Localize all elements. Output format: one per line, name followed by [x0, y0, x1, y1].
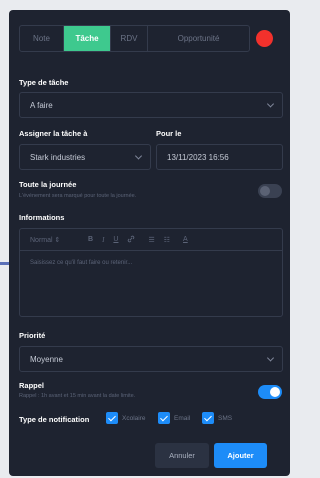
link-icon[interactable]	[127, 235, 135, 245]
format-select-value: Normal	[30, 236, 53, 244]
priority-value: Moyenne	[30, 354, 63, 364]
tab-rdv[interactable]: RDV	[111, 26, 148, 51]
info-placeholder: Saisissez ce qu'il faut faire ou retenir…	[30, 260, 133, 266]
text-color-icon[interactable]: A	[183, 236, 188, 243]
tab-tache[interactable]: Tâche	[64, 26, 111, 51]
all-day-hint: L'événement sera marqué pour toute la jo…	[19, 193, 137, 199]
info-editor: Normal ⇕ B I U ☰ ☷ A Saisissez ce qu'il …	[19, 228, 283, 317]
reminder-label: Rappel	[19, 381, 45, 390]
chevron-down-icon	[266, 354, 275, 362]
underline-icon[interactable]: U	[113, 236, 118, 243]
format-select[interactable]: Normal ⇕	[30, 236, 88, 244]
task-modal: Note Tâche RDV Opportunité Type de tâche…	[9, 10, 290, 476]
due-label: Pour le	[156, 129, 182, 138]
due-date-input[interactable]: 13/11/2023 16:56	[156, 144, 283, 170]
info-textarea[interactable]: Saisissez ce qu'il faut faire ou retenir…	[20, 251, 282, 275]
notification-label: Type de notification	[19, 415, 90, 424]
add-button[interactable]: Ajouter	[214, 443, 267, 468]
tab-note[interactable]: Note	[20, 26, 64, 51]
info-label: Informations	[19, 213, 65, 222]
notification-sms-checkbox[interactable]	[202, 412, 214, 424]
notification-email-checkbox[interactable]	[158, 412, 170, 424]
ordered-list-icon[interactable]: ☰	[148, 236, 154, 244]
tab-opportunite[interactable]: Opportunité	[148, 26, 249, 51]
task-type-select[interactable]: A faire	[19, 92, 283, 118]
all-day-toggle[interactable]	[258, 184, 282, 198]
priority-select[interactable]: Moyenne	[19, 346, 283, 372]
all-day-label: Toute la journée	[19, 180, 77, 189]
notification-sms-label: SMS	[218, 415, 233, 422]
reminder-hint: Rappel : 1h avant et 15 min avant la dat…	[19, 393, 136, 399]
priority-label: Priorité	[19, 331, 46, 340]
italic-icon[interactable]: I	[102, 236, 104, 244]
reminder-toggle[interactable]	[258, 385, 282, 399]
bold-icon[interactable]: B	[88, 236, 93, 243]
assign-select[interactable]: Stark industries	[19, 144, 151, 170]
notification-xcolaire-label: Xcolaire	[122, 415, 146, 422]
due-date-value: 13/11/2023 16:56	[167, 152, 229, 162]
chevron-down-icon	[266, 100, 275, 108]
select-arrows-icon: ⇕	[54, 236, 61, 244]
task-type-label: Type de tâche	[19, 78, 69, 87]
toggle-knob	[270, 387, 280, 397]
assign-value: Stark industries	[30, 152, 86, 162]
cancel-button[interactable]: Annuler	[155, 443, 209, 468]
notification-xcolaire-checkbox[interactable]	[106, 412, 118, 424]
color-picker-dot[interactable]	[256, 30, 273, 47]
bullet-list-icon[interactable]: ☷	[164, 236, 170, 244]
notification-email-label: Email	[174, 415, 191, 422]
assign-label: Assigner la tâche à	[19, 129, 88, 138]
editor-toolbar: Normal ⇕ B I U ☰ ☷ A	[20, 229, 282, 251]
task-type-value: A faire	[30, 100, 53, 110]
toggle-knob	[260, 186, 270, 196]
type-tabs: Note Tâche RDV Opportunité	[19, 25, 250, 52]
chevron-down-icon	[134, 152, 143, 160]
